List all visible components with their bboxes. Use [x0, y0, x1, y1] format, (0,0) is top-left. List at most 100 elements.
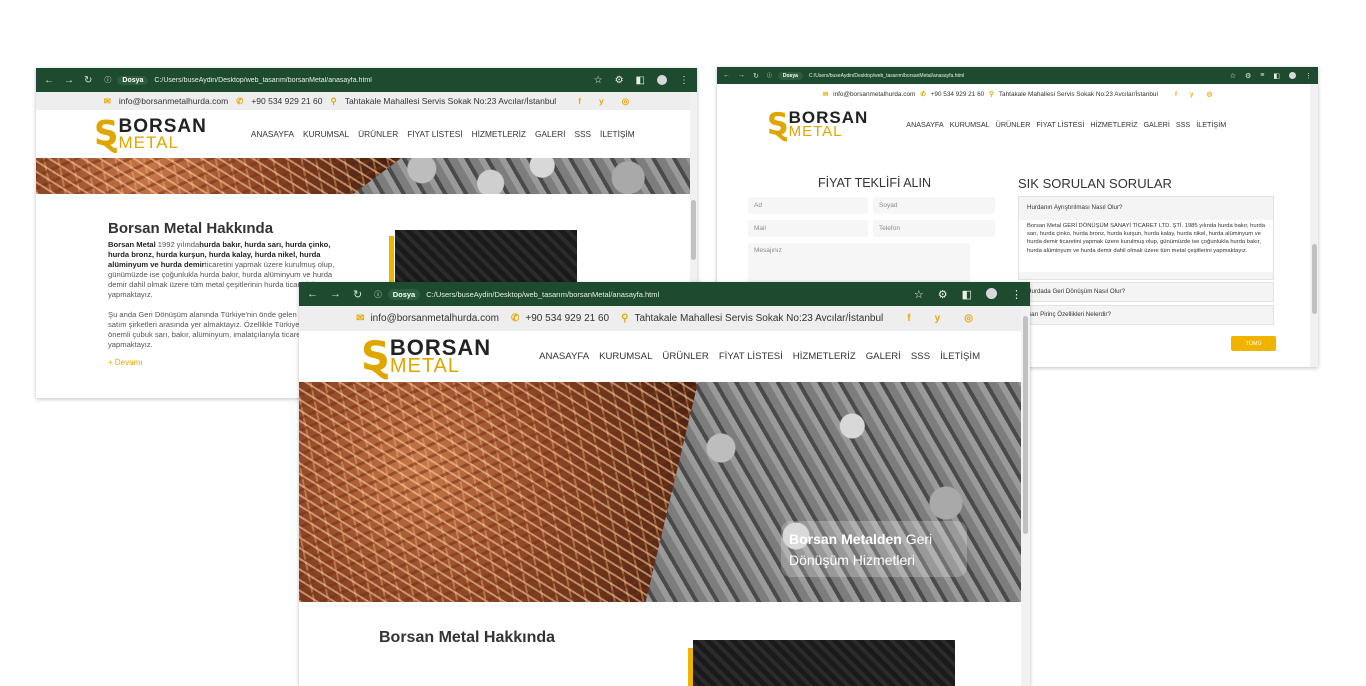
menu-item-kurumsal[interactable]: KURUMSAL: [599, 351, 652, 362]
menu-item-anasayfa[interactable]: ANASAYFA: [539, 351, 589, 362]
menu-icon[interactable]: ⋮: [679, 75, 689, 86]
menu-item-fiyat-listesi[interactable]: FİYAT LİSTESİ: [719, 351, 783, 362]
page-scrollbar[interactable]: [1021, 306, 1030, 686]
menu-item-sss[interactable]: SSS: [1176, 120, 1190, 129]
forward-icon[interactable]: →: [330, 288, 341, 301]
hero-banner: Borsan Metalden Geri Dönüşüm Hizmetleri: [299, 382, 1021, 602]
menu-item-urunler[interactable]: ÜRÜNLER: [358, 129, 398, 139]
facebook-icon[interactable]: f: [578, 96, 581, 106]
phone-link[interactable]: +90 534 929 21 60: [931, 91, 984, 98]
back-icon[interactable]: ←: [307, 288, 318, 301]
phone-link[interactable]: +90 534 929 21 60: [525, 313, 609, 324]
address-text: Tahtakale Mahallesi Servis Sokak No:23 A…: [344, 96, 557, 106]
dosya-label: Dosya: [777, 71, 803, 80]
phone-link[interactable]: +90 534 929 21 60: [251, 96, 322, 106]
address-bar[interactable]: C:/Users/buseAydin/Desktop/web_tasarım/b…: [426, 290, 659, 299]
reload-icon[interactable]: ↻: [353, 288, 362, 301]
forward-icon[interactable]: →: [64, 75, 74, 86]
menu-icon[interactable]: ⋮: [1305, 72, 1312, 80]
surname-field[interactable]: Soyad: [873, 197, 995, 214]
menu-icon[interactable]: ⋮: [1011, 288, 1022, 301]
profile-avatar[interactable]: [986, 287, 997, 299]
menu-item-anasayfa[interactable]: ANASAYFA: [251, 129, 294, 139]
info-icon[interactable]: ⓘ: [767, 72, 772, 79]
menu-item-galeri[interactable]: GALERİ: [535, 129, 565, 139]
faq-question-3[interactable]: Sarı Pirinç Özellikleri Nelerdir?: [1027, 311, 1111, 318]
email-link[interactable]: info@borsanmetalhurda.com: [370, 313, 499, 324]
faq-item-1[interactable]: Hurdanın Ayrıştırılması Nasıl Olur? Bors…: [1018, 196, 1274, 280]
extension-icon[interactable]: ⚙: [615, 75, 624, 86]
message-field[interactable]: Mesajınız: [748, 243, 970, 283]
menu-item-fiyat-listesi[interactable]: FİYAT LİSTESİ: [407, 129, 462, 139]
menu-item-galeri[interactable]: GALERİ: [1143, 120, 1169, 129]
sidepanel-icon[interactable]: ◧: [636, 75, 645, 86]
instagram-icon[interactable]: ◎: [964, 313, 973, 324]
email-link[interactable]: info@borsanmetalhurda.com: [119, 96, 228, 106]
menu-item-hizmetleriz[interactable]: HİZMETLERİZ: [1090, 120, 1137, 129]
menu-item-galeri[interactable]: GALERİ: [866, 351, 901, 362]
browser-window-home-front: ← → ↻ ⓘ Dosya C:/Users/buseAydin/Desktop…: [299, 282, 1030, 686]
reload-icon[interactable]: ↻: [753, 72, 759, 80]
page-scrollbar[interactable]: [1310, 84, 1318, 367]
profile-avatar[interactable]: [1289, 71, 1296, 79]
menu-item-kurumsal[interactable]: KURUMSAL: [950, 120, 990, 129]
menu-item-iletisim[interactable]: İLETİŞİM: [600, 129, 635, 139]
instagram-icon[interactable]: ◎: [622, 96, 629, 107]
queue-icon[interactable]: ≡: [1260, 72, 1264, 80]
extension-icon[interactable]: ⚙: [938, 288, 948, 301]
menu-item-iletisim[interactable]: İLETİŞİM: [1196, 120, 1226, 129]
mail-field[interactable]: Mail: [748, 220, 868, 237]
faq-question-1[interactable]: Hurdanın Ayrıştırılması Nasıl Olur?: [1027, 204, 1265, 211]
main-menu: ANASAYFA KURUMSAL ÜRÜNLER FİYAT LİSTESİ …: [539, 351, 980, 362]
all-faq-button[interactable]: TÜMÜ: [1231, 336, 1276, 351]
menu-item-sss[interactable]: SSS: [574, 129, 591, 139]
site-logo[interactable]: Ȿ BORSAN METAL: [361, 334, 491, 380]
facebook-icon[interactable]: f: [1175, 91, 1177, 98]
faq-question-2[interactable]: Hurdada Geri Dönüşüm Nasıl Olur?: [1027, 288, 1125, 295]
about-title: Borsan Metal Hakkında: [379, 629, 556, 646]
twitter-icon[interactable]: y: [935, 313, 941, 324]
location-icon: ⚲: [330, 95, 337, 106]
sidepanel-icon[interactable]: ◧: [1273, 72, 1280, 80]
hero-caption-highlight: Borsan Metalden: [789, 531, 902, 547]
email-link[interactable]: info@borsanmetalhurda.com: [833, 91, 915, 98]
faq-item-2[interactable]: Hurdada Geri Dönüşüm Nasıl Olur?: [1018, 282, 1274, 302]
address-bar[interactable]: C:/Users/buseAydin/Desktop/web_tasarım/b…: [154, 77, 371, 84]
menu-item-urunler[interactable]: ÜRÜNLER: [662, 351, 708, 362]
twitter-icon[interactable]: y: [1190, 91, 1194, 98]
star-icon[interactable]: ☆: [1230, 72, 1236, 80]
forward-icon[interactable]: →: [738, 72, 745, 80]
profile-avatar[interactable]: [657, 74, 667, 85]
quote-form-title: FİYAT TEKLİFİ ALIN: [818, 176, 932, 190]
facebook-icon[interactable]: f: [907, 313, 910, 324]
faq-answer-1: Borsan Metal GERİ DÖNÜŞÜM SANAYİ TİCARET…: [1019, 220, 1273, 272]
contact-topbar: ✉ info@borsanmetalhurda.com ✆ +90 534 929 …: [717, 84, 1318, 104]
instagram-icon[interactable]: ◎: [1207, 90, 1213, 98]
phone-field[interactable]: Telefon: [873, 220, 995, 237]
star-icon[interactable]: ☆: [914, 288, 924, 301]
info-icon[interactable]: ⓘ: [374, 289, 382, 300]
star-icon[interactable]: ☆: [594, 75, 603, 86]
back-icon[interactable]: ←: [723, 72, 730, 80]
menu-item-sss[interactable]: SSS: [911, 351, 930, 362]
sidepanel-icon[interactable]: ◧: [962, 288, 972, 301]
info-icon[interactable]: ⓘ: [104, 75, 111, 85]
menu-item-urunler[interactable]: ÜRÜNLER: [996, 120, 1031, 129]
location-icon: ⚲: [989, 91, 994, 98]
name-field[interactable]: Ad: [748, 197, 868, 214]
address-bar[interactable]: C:/Users/buseAydin/Desktop/web_tasarım/b…: [809, 73, 964, 79]
extension-icon[interactable]: ⚙: [1245, 72, 1251, 80]
back-icon[interactable]: ←: [44, 75, 54, 86]
site-logo[interactable]: Ȿ BORSAN METAL: [94, 114, 207, 154]
twitter-icon[interactable]: y: [599, 96, 604, 106]
about-accent-bar: [688, 648, 693, 686]
menu-item-kurumsal[interactable]: KURUMSAL: [303, 129, 349, 139]
menu-item-anasayfa[interactable]: ANASAYFA: [906, 120, 943, 129]
reload-icon[interactable]: ↻: [84, 75, 92, 86]
site-logo[interactable]: Ȿ BORSAN METAL: [767, 107, 868, 142]
menu-item-iletisim[interactable]: İLETİŞİM: [940, 351, 980, 362]
menu-item-hizmetleriz[interactable]: HİZMETLERİZ: [472, 129, 526, 139]
faq-item-3[interactable]: Sarı Pirinç Özellikleri Nelerdir?: [1018, 305, 1274, 325]
menu-item-hizmetleriz[interactable]: HİZMETLERİZ: [793, 351, 856, 362]
menu-item-fiyat-listesi[interactable]: FİYAT LİSTESİ: [1036, 120, 1084, 129]
